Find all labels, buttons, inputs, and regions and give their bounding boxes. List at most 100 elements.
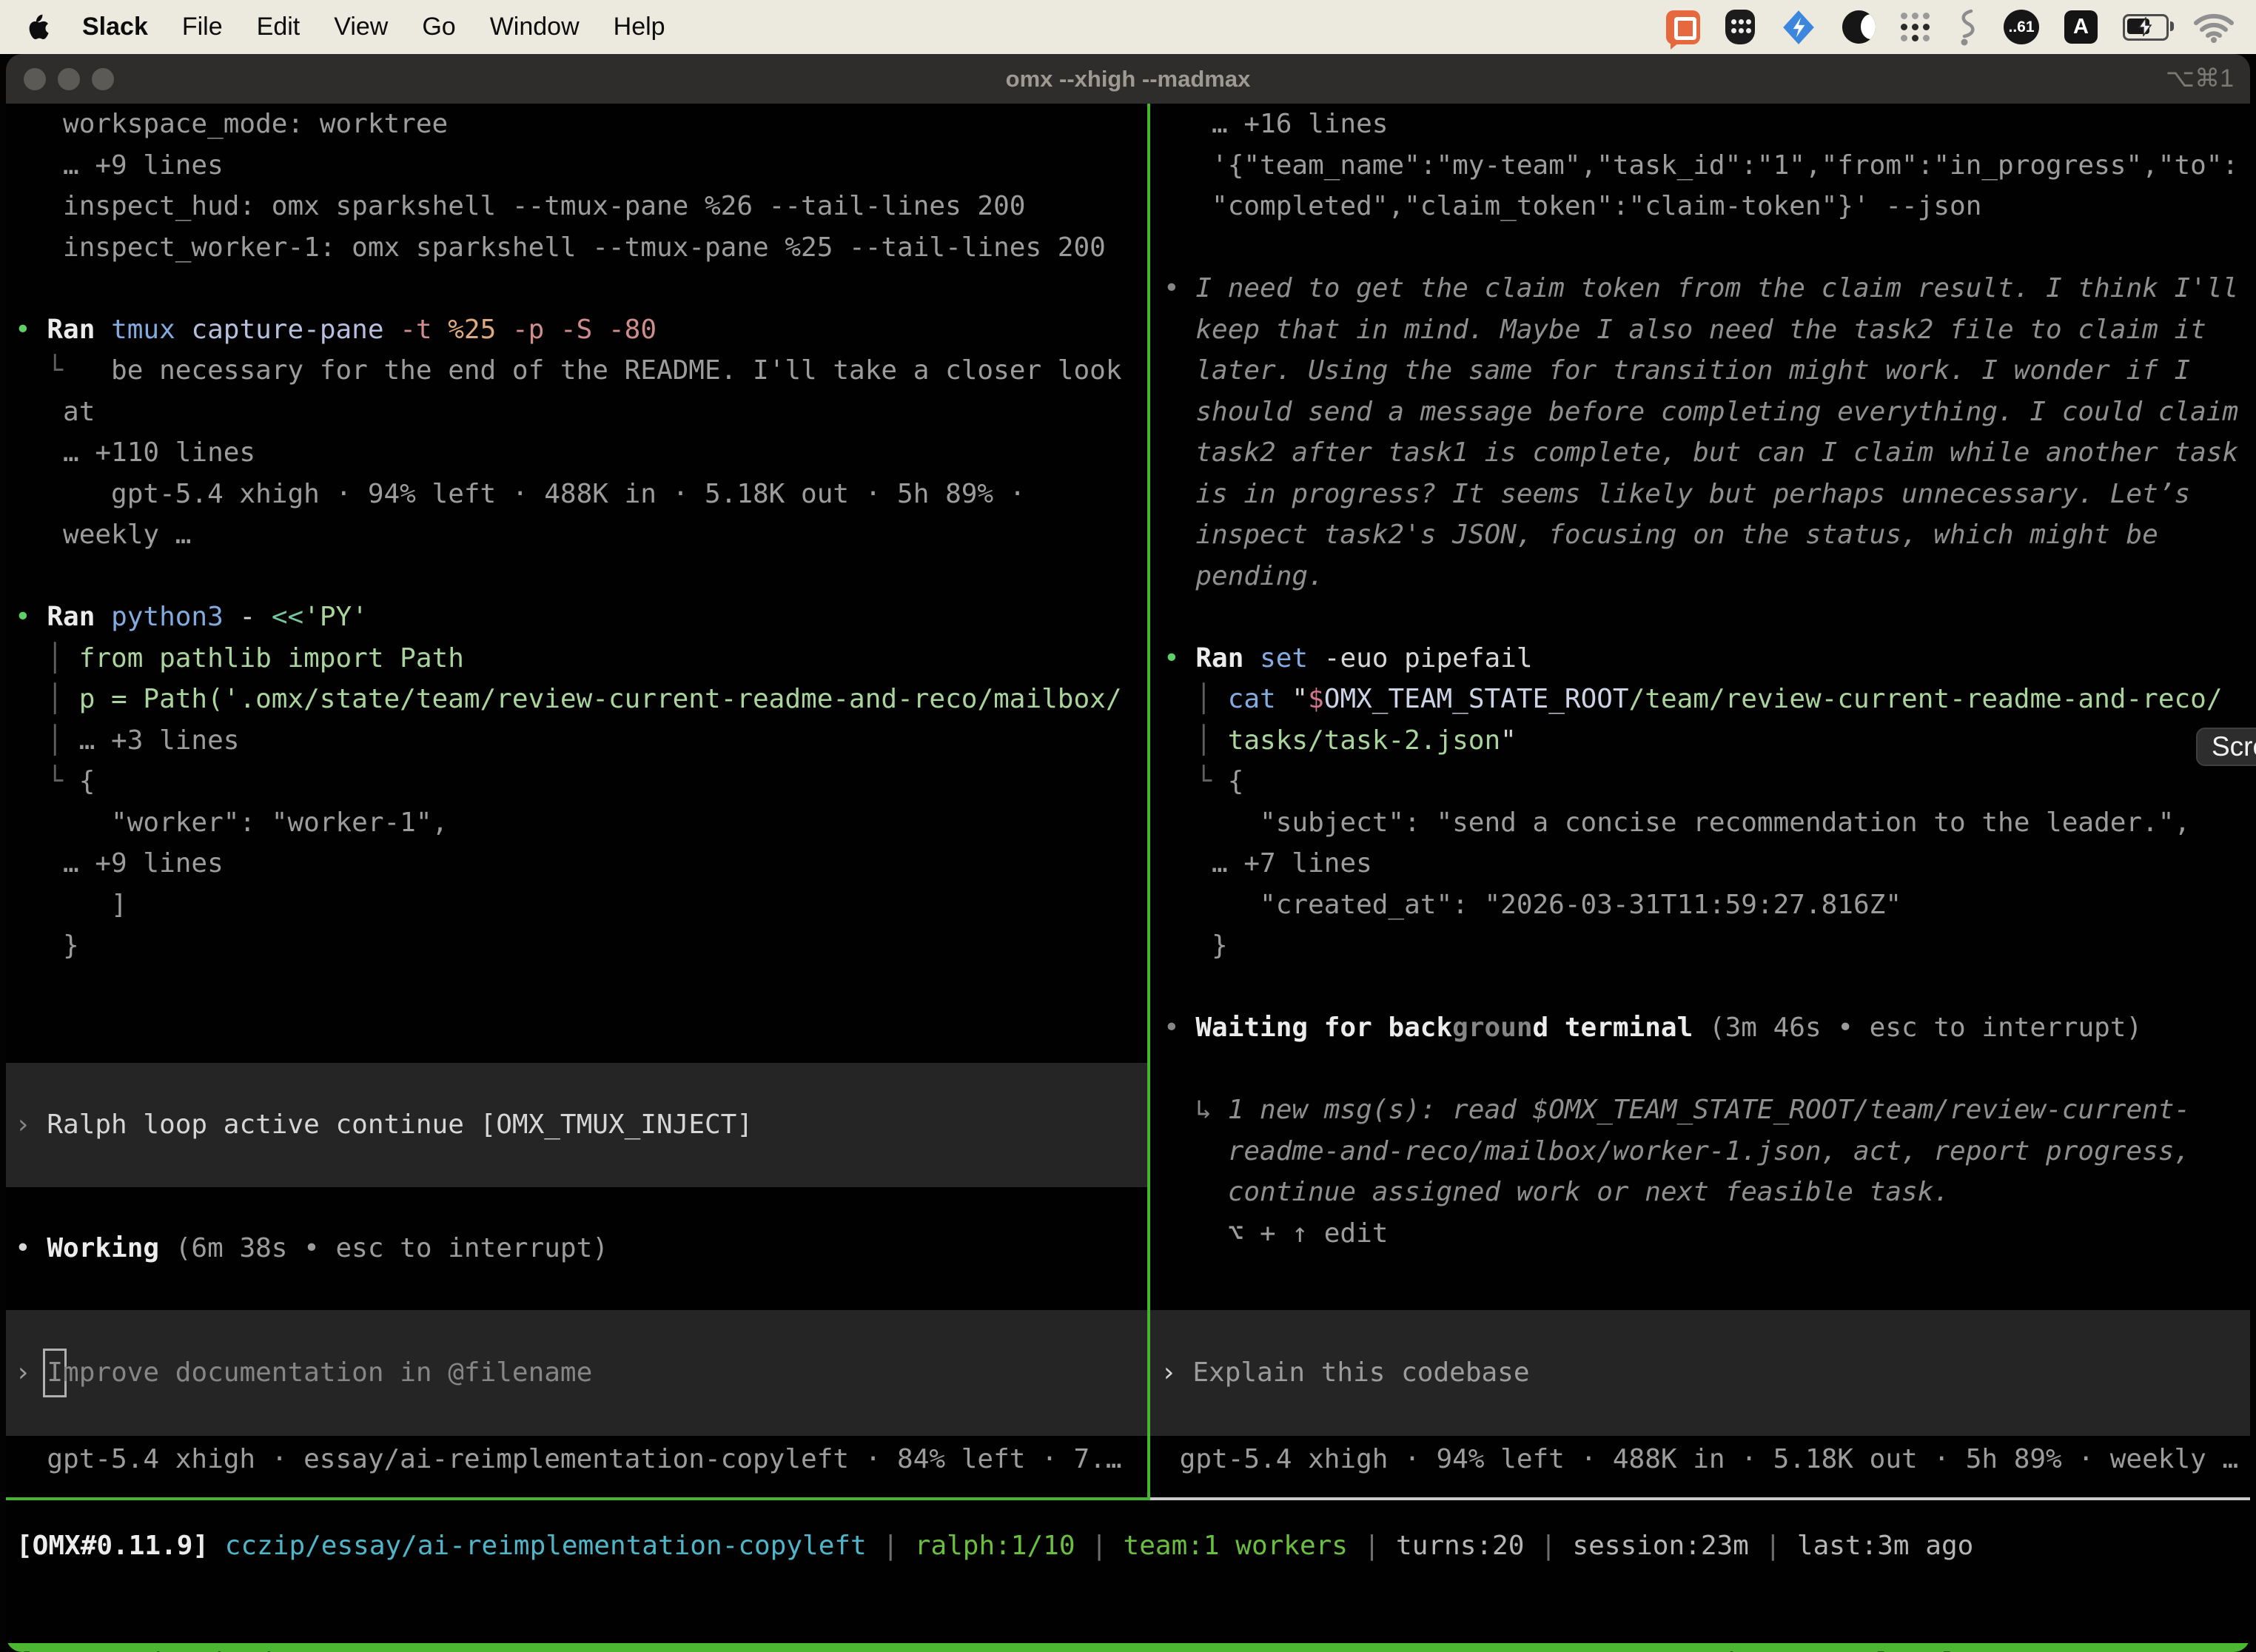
input-source-icon[interactable]: A	[2064, 10, 2098, 44]
terminal-line: inspect_worker-1: omx sparkshell --tmux-…	[15, 227, 1146, 269]
terminal-line	[1164, 597, 2246, 638]
text-segment: /team/review-current-readme-and-reco/	[1629, 684, 2223, 714]
working-status-line: • Working (6m 38s • esc to interrupt)	[15, 1228, 608, 1269]
text-segment: -	[224, 602, 255, 632]
apple-icon[interactable]	[25, 10, 55, 44]
terminal-window: omx --xhigh --madmax ⌥⌘1 workspace_mode:…	[6, 54, 2250, 1652]
text-segment: Ran	[47, 602, 95, 632]
left-model-status-line: gpt-5.4 xhigh · essay/ai-reimplementatio…	[15, 1439, 1122, 1480]
text-segment: (3m 46s • esc to interrupt)	[1693, 1013, 2142, 1043]
text-segment: Explain this codebase	[1192, 1357, 1529, 1388]
terminal-line: continue assigned work or next feasible …	[1164, 1172, 2246, 1213]
menu-app-name[interactable]: Slack	[65, 13, 165, 41]
text-segment: tasks/task-2.json	[1228, 725, 1500, 756]
text-segment: team:1 workers	[1124, 1531, 1348, 1561]
wifi-icon[interactable]	[2194, 12, 2234, 43]
text-segment: should send a message before completing …	[1164, 397, 2238, 427]
terminal-line: ⌥ + ↑ edit	[1164, 1213, 2246, 1255]
window-title: omx --xhigh --madmax	[6, 54, 2250, 104]
text-segment: │	[1164, 684, 1228, 714]
menu-go[interactable]: Go	[405, 13, 472, 41]
terminal-line: • Ran set -euo pipefail	[1164, 638, 2246, 679]
terminal-line: • I need to get the claim token from the…	[1164, 268, 2246, 309]
text-segment: }	[1164, 930, 1228, 961]
text-segment: at	[15, 397, 95, 427]
terminal-line: › Explain this codebase	[1161, 1352, 1530, 1394]
text-segment: [OMX#0.11.9]	[16, 1531, 209, 1561]
squiggle-icon[interactable]	[1955, 8, 1978, 47]
horizontal-pane-divider-left[interactable]	[6, 1497, 1150, 1500]
display-contrast-icon[interactable]	[1842, 10, 1876, 44]
right-prompt-input[interactable]: › Explain this codebase	[1150, 1310, 2250, 1436]
battery-icon[interactable]	[2123, 14, 2169, 41]
text-segment: cat	[1228, 684, 1276, 714]
menu-file[interactable]: File	[165, 13, 240, 41]
menu-view[interactable]: View	[317, 13, 405, 41]
text-segment: └	[15, 355, 111, 386]
text-segment: I need to get the claim token from the c…	[1195, 273, 2238, 303]
chat-app-icon[interactable]	[1666, 10, 1700, 44]
terminal-line: weekly …	[15, 514, 1146, 556]
text-segment: mprove documentation in @filename	[63, 1357, 592, 1388]
left-pane-output[interactable]: workspace_mode: worktree … +9 lines insp…	[15, 104, 1146, 967]
screenshot-tooltip: Scre	[2196, 728, 2256, 766]
ralph-loop-banner: › Ralph loop active continue [OMX_TMUX_I…	[6, 1063, 1147, 1187]
text-segment: "subject": "send a concise recommendatio…	[1164, 807, 2190, 838]
text-segment: continue assigned work or next feasible …	[1164, 1177, 1950, 1207]
window-title-bar[interactable]: omx --xhigh --madmax ⌥⌘1	[6, 54, 2250, 104]
terminal-line: ]	[15, 884, 1146, 926]
battery-percent-badge[interactable]: ..61	[2004, 10, 2039, 44]
text-segment: {	[1228, 766, 1244, 796]
text-segment: readme-and-reco/mailbox/worker-1.json, a…	[1164, 1136, 2190, 1166]
text-segment: '{"team_name":"my-team","task_id":"1","f…	[1164, 150, 2238, 181]
text-segment: … +9 lines	[15, 150, 224, 181]
text-segment: %25	[432, 315, 497, 345]
text-segment: … +110 lines	[15, 437, 255, 468]
text-segment: ↳	[1164, 1095, 1228, 1125]
text-segment: -t	[384, 315, 432, 345]
text-segment: later. Using the same for transition mig…	[1164, 355, 2190, 386]
grid-dots-icon[interactable]	[1901, 13, 1930, 41]
menu-help[interactable]: Help	[597, 13, 682, 41]
text-segment: •	[15, 602, 47, 632]
terminal-line: "completed","claim_token":"claim-token"}…	[1164, 186, 2246, 227]
terminal-line: gpt-5.4 xhigh · 94% left · 488K in · 5.1…	[1164, 1439, 2238, 1480]
text-segment: $	[1308, 684, 1324, 714]
tmux-status-bar[interactable]: [omx-cczip0:bash* "MacBook-Pro-44.local"…	[6, 1643, 2250, 1652]
menu-bar: Slack File Edit View Go Window Help ..61…	[0, 0, 2256, 54]
text-segment: •	[15, 1233, 47, 1263]
privacy-shield-icon[interactable]	[1725, 10, 1755, 44]
terminal-line: │ tasks/task-2.json"	[1164, 720, 2246, 762]
spark-bolt-icon[interactable]	[1780, 9, 1817, 46]
text-segment: tmux	[95, 315, 175, 345]
text-segment: pending.	[1164, 561, 1324, 591]
terminal-line: [OMX#0.11.9] cczip/essay/ai-reimplementa…	[16, 1525, 1973, 1567]
text-segment: |	[1524, 1531, 1572, 1561]
horizontal-pane-divider-right[interactable]	[1150, 1497, 2250, 1500]
text-segment: Working	[47, 1233, 159, 1263]
left-prompt-input[interactable]: › Improve documentation in @filename	[6, 1310, 1147, 1436]
text-segment: OMX_TEAM_STATE_ROOT	[1324, 684, 1629, 714]
text-segment: │	[15, 684, 79, 714]
text-segment: … +16 lines	[1164, 109, 1388, 139]
terminal-line: "worker": "worker-1",	[15, 802, 1146, 844]
text-segment: workspace_mode: worktree	[15, 109, 448, 139]
vertical-pane-divider[interactable]	[1147, 104, 1150, 1497]
terminal-line	[15, 556, 1146, 597]
terminal-line: "created_at": "2026-03-31T11:59:27.816Z"	[1164, 884, 2246, 926]
text-segment: Ran	[1195, 643, 1243, 674]
text-segment: "created_at": "2026-03-31T11:59:27.816Z"	[1164, 890, 1901, 920]
text-segment: |	[1075, 1531, 1124, 1561]
right-pane-output[interactable]: … +16 lines '{"team_name":"my-team","tas…	[1164, 104, 2246, 1254]
text-segment: is in progress? It seems likely but perh…	[1164, 479, 2190, 509]
text-segment: ]	[15, 890, 127, 920]
terminal-line: pending.	[1164, 556, 2246, 597]
text-segment: └	[1164, 766, 1228, 796]
tmux-host-clock-label: "MacBook-Pro-44.local" 05:03 31-Mar-26	[1612, 1648, 2238, 1652]
text-segment: "completed","claim_token":"claim-token"}…	[1164, 191, 1981, 221]
menu-window[interactable]: Window	[473, 13, 597, 41]
text-segment: <<	[255, 602, 303, 632]
text-cursor: I	[47, 1352, 63, 1394]
menu-edit[interactable]: Edit	[240, 13, 318, 41]
terminal-line: "subject": "send a concise recommendatio…	[1164, 802, 2246, 844]
